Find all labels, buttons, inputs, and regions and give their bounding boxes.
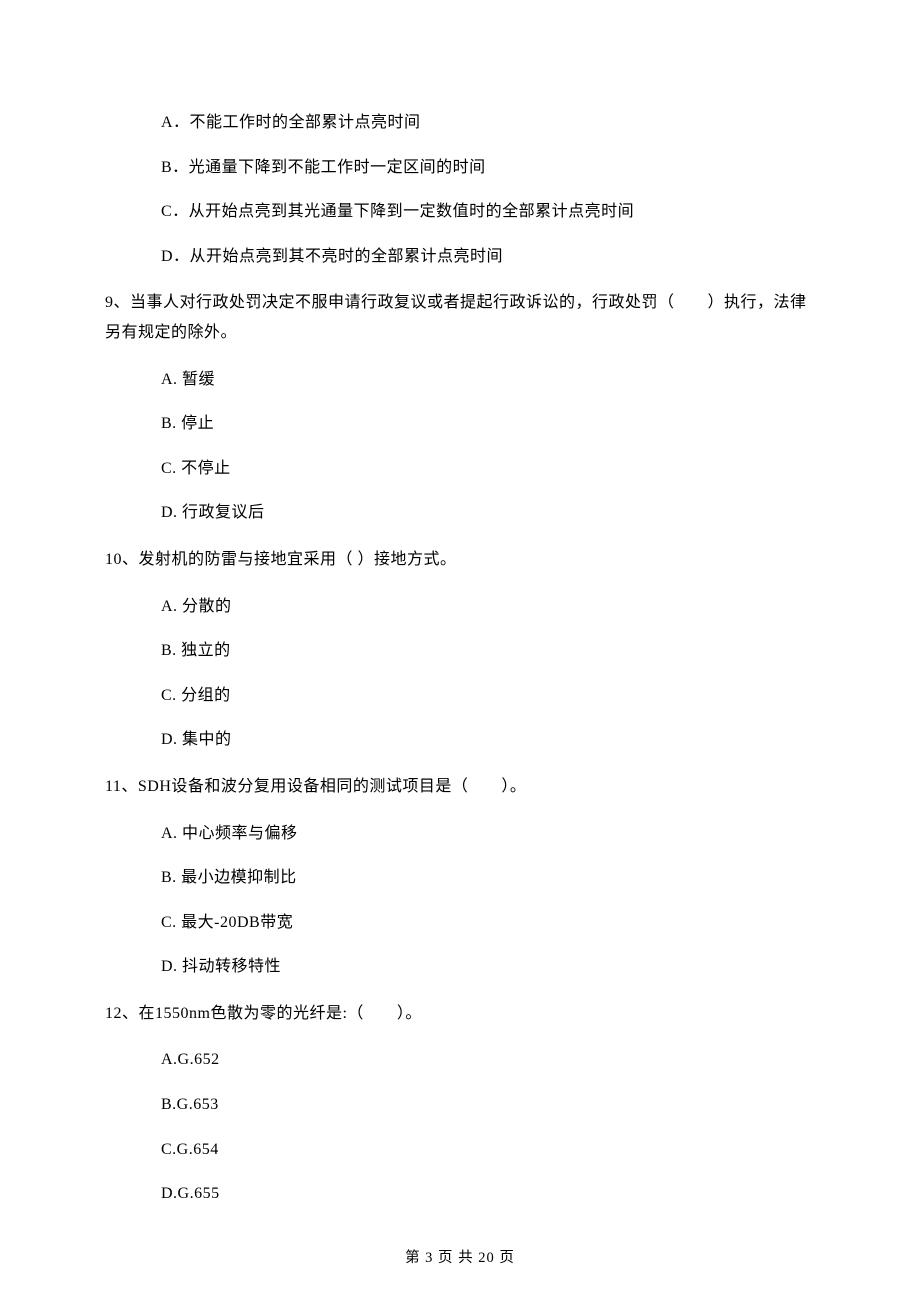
q8-option-d: D．从开始点亮到其不亮时的全部累计点亮时间 (105, 244, 815, 270)
q8-option-c: C．从开始点亮到其光通量下降到一定数值时的全部累计点亮时间 (105, 199, 815, 225)
q8-option-a: A．不能工作时的全部累计点亮时间 (105, 110, 815, 136)
q11-option-d: D. 抖动转移特性 (105, 954, 815, 980)
q12-option-d: D.G.655 (105, 1181, 815, 1207)
q8-option-b: B．光通量下降到不能工作时一定区间的时间 (105, 155, 815, 181)
q12-option-a: A.G.652 (105, 1047, 815, 1073)
q10-option-a: A. 分散的 (105, 594, 815, 620)
q10-option-d: D. 集中的 (105, 727, 815, 753)
q10-option-c: C. 分组的 (105, 683, 815, 709)
q9-text: 9、当事人对行政处罚决定不服申请行政复议或者提起行政诉讼的，行政处罚（ ）执行，… (105, 288, 815, 347)
q12-text: 12、在1550nm色散为零的光纤是:（ ）。 (105, 999, 815, 1029)
q11-option-b: B. 最小边模抑制比 (105, 865, 815, 891)
q9-option-c: C. 不停止 (105, 456, 815, 482)
q11-text: 11、SDH设备和波分复用设备相同的测试项目是（ ）。 (105, 772, 815, 802)
q11-option-c: C. 最大-20DB带宽 (105, 910, 815, 936)
q11-option-a: A. 中心频率与偏移 (105, 821, 815, 847)
page-footer: 第 3 页 共 20 页 (0, 1247, 920, 1270)
q10-option-b: B. 独立的 (105, 638, 815, 664)
q12-option-c: C.G.654 (105, 1137, 815, 1163)
q9-option-b: B. 停止 (105, 411, 815, 437)
q9-option-a: A. 暂缓 (105, 367, 815, 393)
q10-text: 10、发射机的防雷与接地宜采用（ ）接地方式。 (105, 545, 815, 575)
q9-option-d: D. 行政复议后 (105, 500, 815, 526)
q12-option-b: B.G.653 (105, 1092, 815, 1118)
